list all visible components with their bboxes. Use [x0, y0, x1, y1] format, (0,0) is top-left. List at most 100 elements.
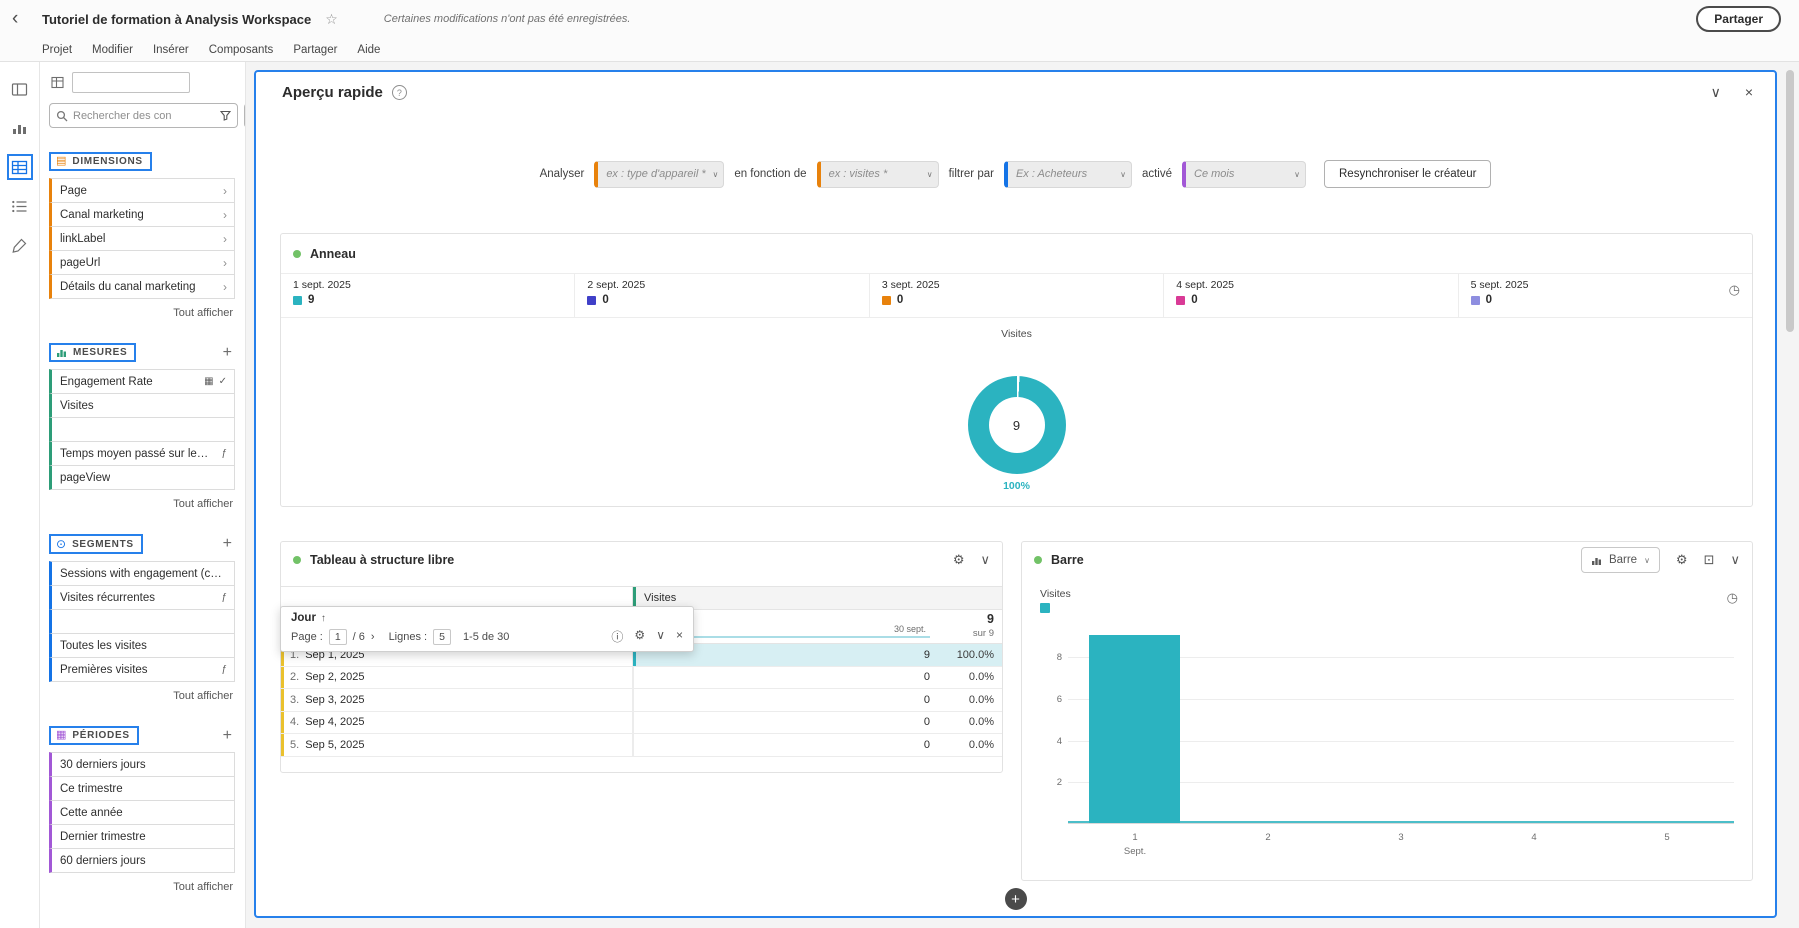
dimension-item-pageurl[interactable]: pageUrl›	[49, 250, 235, 275]
back-icon[interactable]: ‹	[12, 8, 34, 30]
dimension-item-details-canal[interactable]: Détails du canal marketing›	[49, 274, 235, 299]
visualizations-icon[interactable]	[7, 115, 33, 141]
analyser-dropdown[interactable]: ex : type d'appareil * ∨	[594, 161, 724, 188]
search-input[interactable]	[73, 110, 215, 122]
row-dimension-cell[interactable]: 5.Sep 5, 2025	[281, 734, 633, 756]
expand-icon[interactable]: ⊡	[1704, 552, 1715, 568]
project-title: Tutoriel de formation à Analysis Workspa…	[42, 12, 311, 27]
row-dimension-cell[interactable]: 4.Sep 4, 2025	[281, 712, 633, 734]
legend-item[interactable]: 2 sept. 2025 0	[574, 274, 868, 317]
vertical-scrollbar[interactable]	[1786, 70, 1794, 332]
periodes-show-all-link[interactable]: Tout afficher	[49, 881, 233, 893]
gear-icon[interactable]: ⚙	[1676, 552, 1688, 568]
periode-dropdown[interactable]: Ce mois ∨	[1182, 161, 1306, 188]
table-row[interactable]: 2.Sep 2, 2025 00.0%	[281, 667, 1002, 690]
collapse-panel-icon[interactable]: ∨	[1711, 84, 1721, 101]
component-search-box[interactable]	[49, 103, 238, 128]
periode-item-60-derniers-jours[interactable]: 60 derniers jours	[49, 848, 235, 873]
table-row[interactable]: 4.Sep 4, 2025 00.0%	[281, 712, 1002, 735]
menu-aide[interactable]: Aide	[357, 44, 380, 56]
mesures-show-all-link[interactable]: Tout afficher	[49, 498, 233, 510]
mesure-item-empty[interactable]	[49, 417, 235, 442]
add-segment-button[interactable]: +	[223, 536, 235, 552]
chevron-down-icon[interactable]: ∨	[1730, 552, 1740, 568]
panel-header: Aperçu rapide ?	[282, 84, 407, 101]
mesure-item-temps-moyen[interactable]: Temps moyen passé sur le…ƒ	[49, 441, 235, 466]
row-dimension-cell[interactable]: 2.Sep 2, 2025	[281, 667, 633, 689]
mesure-item-engagement-rate[interactable]: Engagement Rate▦✓	[49, 369, 235, 394]
sort-button[interactable]	[244, 103, 246, 128]
dimension-item-linklabel[interactable]: linkLabel›	[49, 226, 235, 251]
row-value-cell[interactable]: 00.0%	[633, 734, 1002, 756]
chevron-down-icon[interactable]: ∨	[656, 628, 665, 645]
segment-item-empty[interactable]	[49, 609, 235, 634]
add-visualization-button[interactable]: +	[1005, 888, 1027, 910]
mesure-item-visites[interactable]: Visites	[49, 393, 235, 418]
legend-item[interactable]: 3 sept. 2025 0	[869, 274, 1163, 317]
bar-sep-1[interactable]	[1089, 635, 1180, 823]
periode-item-cette-annee[interactable]: Cette année	[49, 800, 235, 825]
dimension-item-canal-marketing[interactable]: Canal marketing›	[49, 202, 235, 227]
share-button[interactable]: Partager	[1696, 6, 1781, 32]
resync-builder-button[interactable]: Resynchroniser le créateur	[1324, 160, 1491, 188]
close-panel-icon[interactable]: ×	[1745, 84, 1753, 101]
favorite-star-icon[interactable]: ☆	[325, 11, 338, 28]
row-value-cell[interactable]: 00.0%	[633, 689, 1002, 711]
chevron-right-icon[interactable]: ›	[223, 184, 227, 198]
annotate-brush-icon[interactable]	[7, 232, 33, 258]
panels-icon[interactable]	[7, 76, 33, 102]
periode-item-ce-trimestre[interactable]: Ce trimestre	[49, 776, 235, 801]
en-fonction-de-dropdown[interactable]: ex : visites * ∨	[817, 161, 939, 188]
components-table-icon-selected[interactable]	[7, 154, 33, 180]
table-row[interactable]: 5.Sep 5, 2025 00.0%	[281, 734, 1002, 757]
segment-item-premieres-visites[interactable]: Premières visitesƒ	[49, 657, 235, 682]
menu-projet[interactable]: Projet	[42, 44, 72, 56]
filter-funnel-icon[interactable]	[220, 110, 231, 121]
menu-composants[interactable]: Composants	[209, 44, 274, 56]
filtrer-par-dropdown[interactable]: Ex : Acheteurs ∨	[1004, 161, 1132, 188]
close-icon[interactable]: ×	[676, 628, 683, 645]
dimensions-show-all-link[interactable]: Tout afficher	[49, 307, 233, 319]
segment-item-visites-recurrentes[interactable]: Visites récurrentesƒ	[49, 585, 235, 610]
info-icon[interactable]: ⓘ	[611, 628, 623, 645]
dimension-header-label: Jour	[291, 612, 316, 624]
chevron-down-icon[interactable]: ∨	[980, 552, 990, 568]
gear-icon[interactable]: ⚙	[634, 628, 645, 645]
add-periode-button[interactable]: +	[223, 728, 235, 744]
donut-chart[interactable]: 9	[968, 376, 1066, 474]
panel-name-input[interactable]	[72, 72, 190, 93]
segment-item-toutes-les-visites[interactable]: Toutes les visites	[49, 633, 235, 658]
viz-type-selector[interactable]: Barre ∨	[1581, 547, 1660, 573]
page-number-input[interactable]: 1	[329, 629, 347, 645]
chevron-right-icon[interactable]: ›	[223, 280, 227, 294]
legend-item[interactable]: 4 sept. 2025 0	[1163, 274, 1457, 317]
sort-ascending-icon[interactable]: ↑	[321, 613, 326, 624]
dimension-item-page[interactable]: Page›	[49, 178, 235, 203]
next-page-icon[interactable]: ›	[371, 631, 375, 643]
mesure-item-pageview[interactable]: pageView	[49, 465, 235, 490]
row-dimension-cell[interactable]: 3.Sep 3, 2025	[281, 689, 633, 711]
menu-inserer[interactable]: Insérer	[153, 44, 189, 56]
periode-item-dernier-trimestre[interactable]: Dernier trimestre	[49, 824, 235, 849]
menu-modifier[interactable]: Modifier	[92, 44, 133, 56]
periode-item-30-derniers-jours[interactable]: 30 derniers jours	[49, 752, 235, 777]
dimension-column-header[interactable]: Jour ↑	[291, 612, 683, 624]
chevron-right-icon[interactable]: ›	[223, 256, 227, 270]
add-mesure-button[interactable]: +	[223, 345, 235, 361]
components-list-icon[interactable]	[7, 193, 33, 219]
time-info-icon[interactable]: ◷	[1727, 590, 1738, 606]
menu-partager[interactable]: Partager	[293, 44, 337, 56]
table-row[interactable]: 3.Sep 3, 2025 00.0%	[281, 689, 1002, 712]
legend-item[interactable]: 1 sept. 2025 9	[281, 274, 574, 317]
chevron-right-icon[interactable]: ›	[223, 208, 227, 222]
help-icon[interactable]: ?	[392, 85, 407, 100]
chevron-right-icon[interactable]: ›	[223, 232, 227, 246]
row-value-cell[interactable]: 00.0%	[633, 667, 1002, 689]
legend-item[interactable]: 5 sept. 2025 0	[1458, 274, 1752, 317]
segment-item-sessions-engagement[interactable]: Sessions with engagement (cu…	[49, 561, 235, 586]
row-value-cell[interactable]: 00.0%	[633, 712, 1002, 734]
segments-show-all-link[interactable]: Tout afficher	[49, 690, 233, 702]
time-info-icon[interactable]: ◷	[1729, 282, 1740, 298]
rows-per-page-select[interactable]: 5	[433, 629, 451, 645]
gear-icon[interactable]: ⚙	[953, 552, 965, 568]
